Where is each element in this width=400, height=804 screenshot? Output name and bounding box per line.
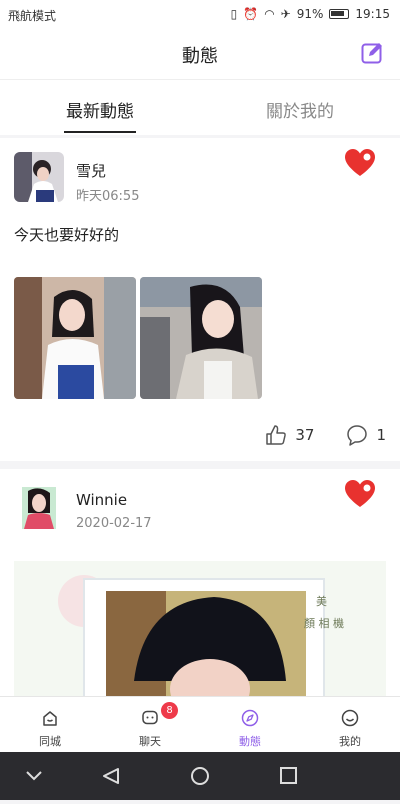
clock: 19:15 (355, 7, 390, 21)
nav-label: 我的 (339, 735, 361, 748)
post-photo[interactable] (140, 277, 262, 399)
chat-unread-badge: 8 (161, 702, 178, 719)
home-icon (43, 711, 57, 726)
post-text: 今天也要好好的 (14, 226, 120, 244)
smile-icon (341, 709, 359, 727)
post-photo[interactable]: 美 顏 相 機 (14, 561, 386, 696)
app-bar: 動態 (0, 30, 400, 80)
vibrate-icon: ▯ (230, 7, 238, 21)
nav-label: 動態 (239, 735, 261, 748)
status-bar: 飛航模式 ▯ ⏰ ◠ ✈ 91% 19:15 (0, 0, 400, 30)
nav-label: 同城 (39, 735, 61, 748)
chat-icon (142, 710, 158, 725)
post-username[interactable]: 雪兒 (76, 160, 106, 181)
post-card[interactable]: 雪兒 昨天06:55 今天也要好好的 37 1 (0, 138, 400, 461)
post-stats: 37 1 (265, 424, 386, 446)
compass-icon (241, 709, 259, 727)
svg-text:顏 相 機: 顏 相 機 (304, 616, 344, 630)
airplane-mode-label: 飛航模式 (8, 9, 57, 23)
tab-latest[interactable]: 最新動態 (0, 80, 200, 135)
page-title: 動態 (182, 46, 218, 67)
feed-list[interactable]: 雪兒 昨天06:55 今天也要好好的 37 1 Winnie 2020-02-1… (0, 138, 400, 696)
nav-item-nearby[interactable]: 同城 (0, 697, 100, 752)
nav-item-chat[interactable]: 聊天 (100, 697, 200, 752)
post-username[interactable]: Winnie (76, 491, 127, 509)
home-button-icon[interactable] (191, 767, 209, 785)
post-time: 2020-02-17 (76, 516, 152, 531)
bottom-nav: 同城 聊天 動態 我的 (0, 696, 400, 752)
battery-icon (329, 9, 350, 19)
nav-item-me[interactable]: 我的 (300, 697, 400, 752)
back-icon[interactable] (103, 768, 119, 784)
avatar[interactable] (14, 483, 64, 533)
heart-icon[interactable] (344, 479, 376, 509)
wifi-icon: ◠ (264, 7, 275, 21)
avatar[interactable] (14, 152, 64, 202)
tab-about-me[interactable]: 關於我的 (200, 80, 400, 135)
post-photo[interactable] (14, 277, 136, 399)
comment-icon[interactable] (346, 424, 368, 446)
post-card[interactable]: Winnie 2020-02-17 美 顏 相 機 (0, 469, 400, 696)
svg-text:美: 美 (316, 595, 327, 608)
recents-icon[interactable] (280, 767, 297, 784)
post-time: 昨天06:55 (76, 189, 140, 204)
compose-icon[interactable] (360, 41, 384, 65)
alarm-icon: ⏰ (243, 7, 259, 21)
system-nav-bar (0, 752, 400, 800)
heart-icon[interactable] (344, 148, 376, 178)
collapse-icon[interactable] (26, 771, 42, 781)
tab-bar: 最新動態 關於我的 (0, 80, 400, 135)
airplane-icon: ✈ (280, 7, 291, 21)
nav-item-moments[interactable]: 動態 (200, 697, 300, 752)
comment-count: 1 (376, 426, 386, 444)
nav-label: 聊天 (139, 735, 161, 748)
thumbs-up-icon[interactable] (265, 424, 287, 446)
like-count: 37 (295, 426, 315, 444)
battery-percent: 91% (296, 7, 324, 21)
